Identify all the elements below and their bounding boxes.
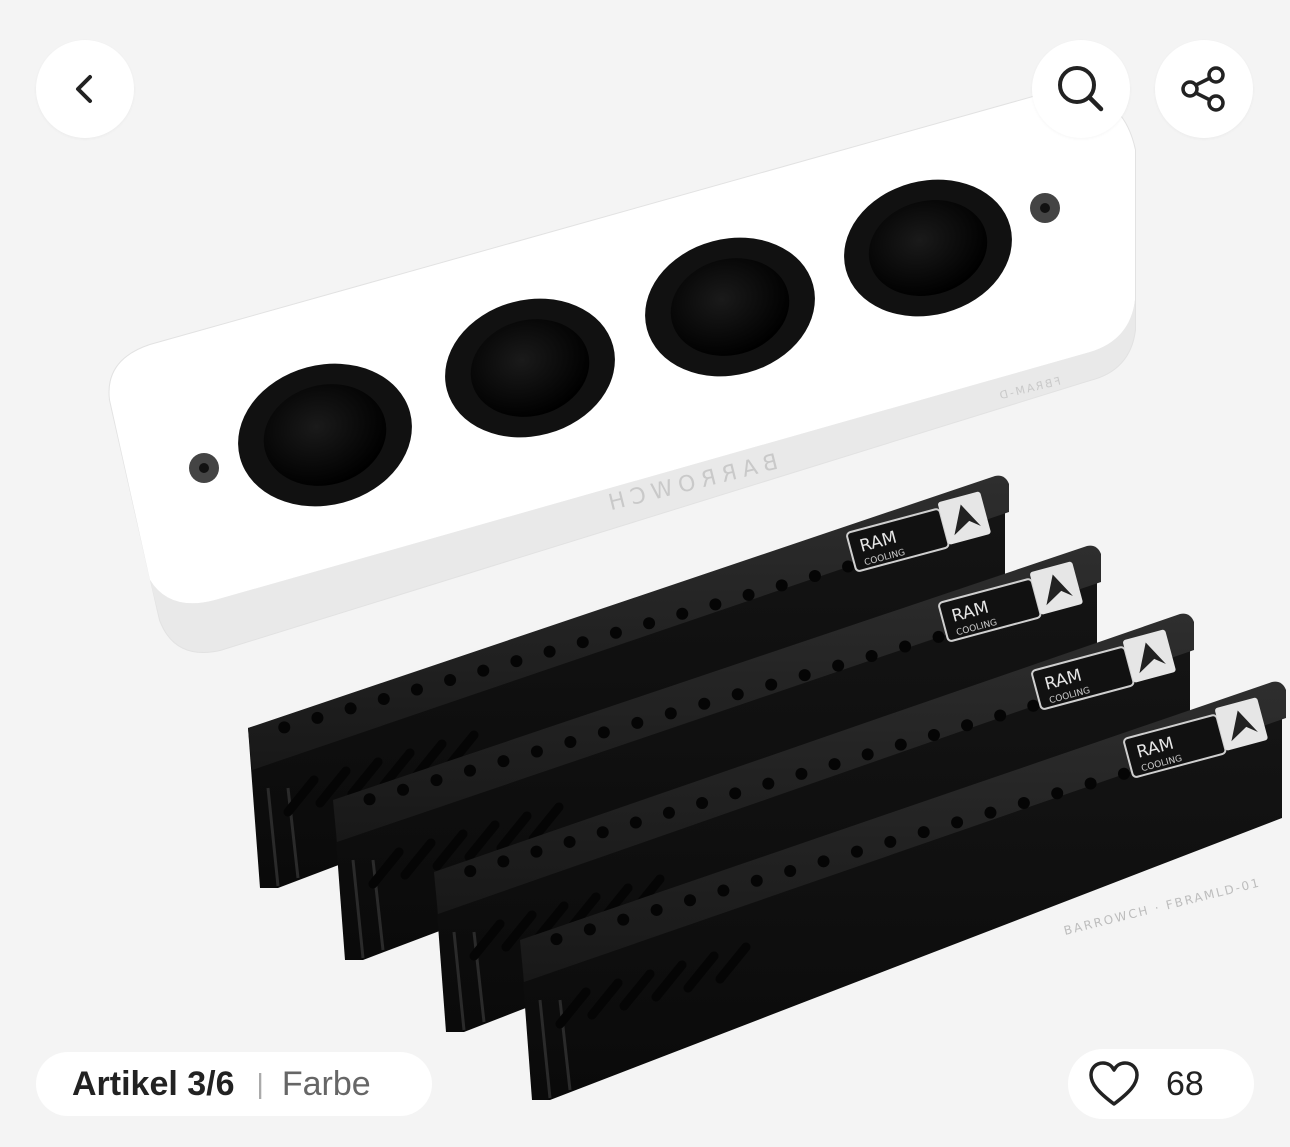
vent-hole xyxy=(684,894,697,907)
vent-hole xyxy=(543,645,556,658)
pill-separator: | xyxy=(256,1068,264,1099)
vent-hole xyxy=(497,855,510,868)
vent-hole xyxy=(662,806,675,819)
vent-hole xyxy=(464,865,477,878)
vent-hole xyxy=(410,683,423,696)
vent-hole xyxy=(530,745,543,758)
vent-hole xyxy=(717,884,730,897)
vent-hole xyxy=(444,674,457,687)
search-icon xyxy=(1058,66,1104,112)
vent-hole xyxy=(984,806,997,819)
vent-hole xyxy=(550,933,563,946)
vent-hole xyxy=(932,630,945,643)
vent-hole xyxy=(698,697,711,710)
vent-hole xyxy=(617,913,630,926)
chevron-left-icon xyxy=(76,75,92,103)
share-icon xyxy=(1181,66,1225,112)
vent-hole xyxy=(775,579,788,592)
vent-hole xyxy=(311,711,324,724)
vent-hole xyxy=(377,692,390,705)
vent-hole xyxy=(729,787,742,800)
product-image[interactable]: BARROWCH FBRAM-D RAMCOOLINGRAMCOOLINGRAM… xyxy=(0,0,1290,1147)
vent-hole xyxy=(762,777,775,790)
vent-hole xyxy=(765,678,778,691)
vent-hole xyxy=(808,569,821,582)
vent-hole xyxy=(742,588,755,601)
like-count: 68 xyxy=(1166,1064,1204,1103)
vent-hole xyxy=(676,607,689,620)
attribute-label: Farbe xyxy=(281,1064,371,1103)
vent-hole xyxy=(631,716,644,729)
vent-hole xyxy=(597,726,610,739)
vent-hole xyxy=(463,764,476,777)
vent-hole xyxy=(430,774,443,787)
vent-hole xyxy=(899,640,912,653)
vent-hole xyxy=(1027,699,1040,712)
vent-hole xyxy=(894,738,907,751)
heart-outline-icon xyxy=(1089,1061,1139,1106)
vent-hole xyxy=(731,688,744,701)
vent-hole xyxy=(832,659,845,672)
vent-hole xyxy=(497,755,510,768)
vent-hole xyxy=(1084,777,1097,790)
vent-hole xyxy=(564,735,577,748)
vent-hole xyxy=(576,636,589,649)
vent-hole xyxy=(530,845,543,858)
vent-hole xyxy=(795,767,808,780)
like-button[interactable]: 68 xyxy=(1068,1049,1254,1119)
back-button[interactable] xyxy=(36,40,134,138)
vent-hole xyxy=(884,835,897,848)
vent-hole xyxy=(850,845,863,858)
vent-hole xyxy=(1117,767,1130,780)
vent-hole xyxy=(696,797,709,810)
vent-hole xyxy=(961,719,974,732)
vent-hole xyxy=(344,702,357,715)
vent-hole xyxy=(917,826,930,839)
vent-hole xyxy=(664,707,677,720)
vent-hole xyxy=(951,816,964,829)
vent-hole xyxy=(994,709,1007,722)
vent-hole xyxy=(609,626,622,639)
vent-hole xyxy=(865,650,878,663)
vent-hole xyxy=(596,826,609,839)
vent-hole xyxy=(643,617,656,630)
vent-hole xyxy=(510,655,523,668)
image-counter-pill[interactable]: Artikel 3/6 | Farbe xyxy=(36,1052,432,1116)
vent-hole xyxy=(629,816,642,829)
vent-hole xyxy=(784,865,797,878)
vent-hole xyxy=(828,758,841,771)
vent-hole xyxy=(563,835,576,848)
search-button[interactable] xyxy=(1032,40,1130,138)
vent-hole xyxy=(861,748,874,761)
vent-hole xyxy=(363,793,376,806)
vent-hole xyxy=(927,728,940,741)
vent-hole xyxy=(1051,787,1064,800)
vent-hole xyxy=(709,598,722,611)
image-counter: Artikel 3/6 xyxy=(72,1064,235,1103)
vent-hole xyxy=(817,855,830,868)
vent-hole xyxy=(798,669,811,682)
vent-hole xyxy=(750,874,763,887)
vent-hole xyxy=(583,923,596,936)
vent-hole xyxy=(650,903,663,916)
vent-hole xyxy=(842,560,855,573)
vent-hole xyxy=(477,664,490,677)
vent-hole xyxy=(397,783,410,796)
vent-hole xyxy=(1017,796,1030,809)
share-button[interactable] xyxy=(1155,40,1253,138)
vent-hole xyxy=(278,721,291,734)
